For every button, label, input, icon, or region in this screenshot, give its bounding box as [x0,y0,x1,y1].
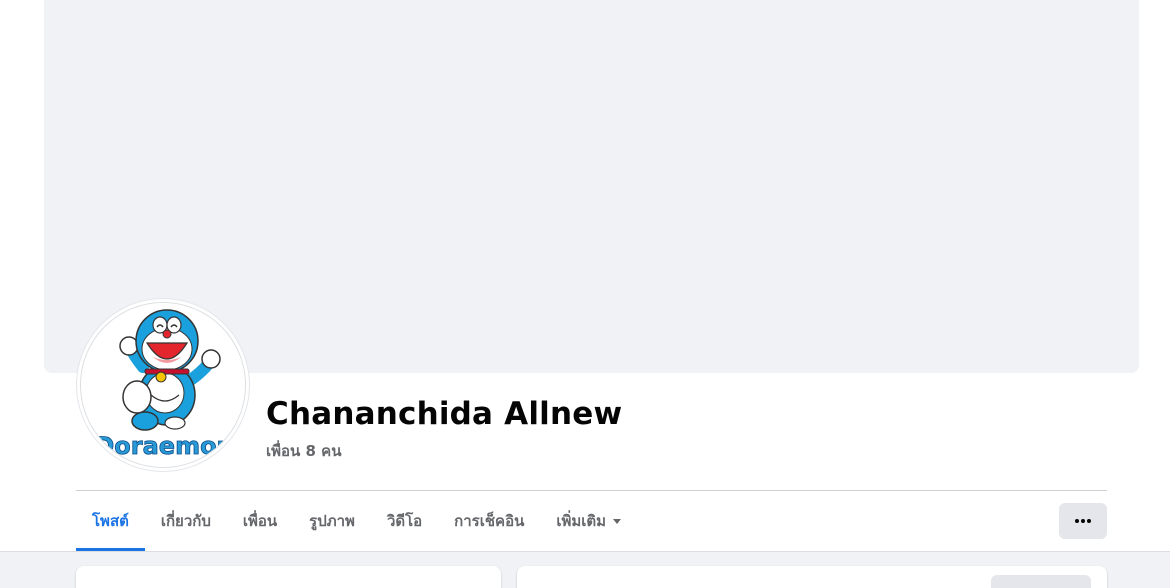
tab-friends[interactable]: เพื่อน [227,491,293,551]
tab-about[interactable]: เกี่ยวกับ [145,491,227,551]
profile-tabs: โพสต์ เกี่ยวกับ เพื่อน รูปภาพ วิดีโอ การ… [76,491,637,551]
tab-checkins-label: การเช็คอิน [454,512,525,530]
tab-videos-label: วิดีโอ [386,512,423,530]
tab-checkins[interactable]: การเช็คอิน [438,491,540,551]
doraemon-avatar-icon: Doraemon [81,303,245,467]
caret-down-icon [613,518,622,524]
friend-count[interactable]: เพื่อน 8 คน [266,439,341,463]
ellipsis-icon [1075,519,1091,523]
tab-more-label: เพิ่มเติม [556,512,607,530]
tab-friends-label: เพื่อน [242,512,278,530]
tab-videos[interactable]: วิดีโอ [371,491,438,551]
tab-photos-label: รูปภาพ [309,512,355,530]
tab-photos[interactable]: รูปภาพ [293,491,371,551]
more-actions-button[interactable] [1059,503,1107,539]
intro-card [76,566,501,588]
tab-posts-label: โพสต์ [92,512,129,530]
filters-button[interactable] [991,575,1091,588]
profile-name: Chananchida Allnew [266,396,623,432]
profile-page: Doraemon Chananchida Allnew เพื่อน 8 คน … [0,0,1170,588]
tab-about-label: เกี่ยวกับ [160,512,211,530]
profile-avatar[interactable]: Doraemon [80,302,246,468]
tab-more[interactable]: เพิ่มเติม [540,491,637,551]
tab-posts[interactable]: โพสต์ [76,491,145,551]
